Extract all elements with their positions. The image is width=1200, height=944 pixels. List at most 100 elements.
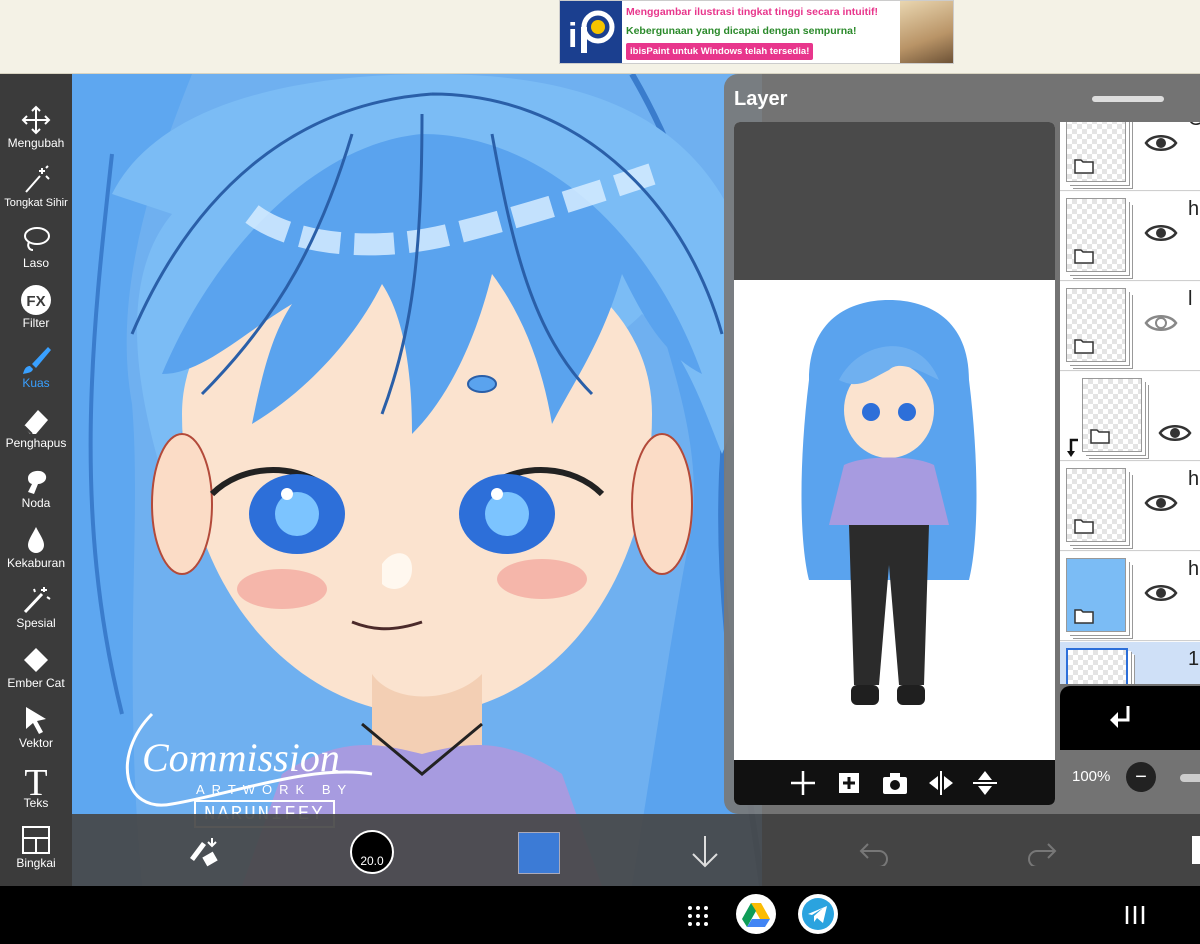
tool-text[interactable]: T Teks [0,762,72,822]
merge-down-icon[interactable] [1108,704,1134,732]
app-grid-icon[interactable] [686,904,710,928]
redo-icon[interactable] [1026,840,1058,866]
tool-label: Teks [23,796,49,810]
ad-bar: i Menggambar ilustrasi tingkat tinggi se… [0,0,1200,74]
lasso-icon [0,224,72,256]
text-icon: T [0,762,72,798]
tool-label: Ember Cat [7,676,65,690]
preview-empty-area [734,122,1055,280]
add-layer-button[interactable] [786,766,820,800]
eye-icon[interactable] [1158,422,1192,444]
tool-label: Bingkai [16,856,56,870]
svg-text:FX: FX [26,293,45,310]
eye-icon[interactable] [1144,222,1178,244]
folder-icon [1074,519,1094,534]
frame-icon [0,824,72,856]
tool-label: Noda [21,496,51,510]
tool-magic-wand[interactable]: Tongkat Sihir [0,164,72,222]
svg-text:T: T [24,762,47,798]
layer-row[interactable]: h [1060,192,1200,281]
svg-text:i: i [568,17,577,55]
brush-size-button[interactable]: 20.0 [350,830,394,874]
add-layer-box-icon [839,773,859,793]
plus-icon [791,771,815,795]
camera-icon [883,773,907,794]
preview-toolbar [734,760,1055,805]
tool-brush[interactable]: Kuas [0,344,72,402]
folder-icon [1074,159,1094,174]
tool-label: Tongkat Sihir [4,197,68,209]
zoom-out-button[interactable]: − [1126,762,1156,792]
color-swatch-button[interactable] [518,832,560,874]
folder-icon [1090,429,1110,444]
paint-bucket-icon [0,644,72,676]
tool-transform[interactable]: Mengubah [0,104,72,162]
tool-paint-bucket[interactable]: Ember Cat [0,644,72,702]
layer-row-clipped[interactable] [1060,372,1200,461]
google-drive-icon[interactable] [736,894,776,934]
preview-character-image [801,300,977,705]
ibispaint-logo-icon: i [560,1,622,63]
layer-name: h [1188,468,1200,490]
flip-horizontal-button[interactable] [924,766,958,800]
canvas-preview[interactable] [734,122,1055,805]
flip-vertical-button[interactable] [968,766,1002,800]
flip-vertical-icon [973,771,997,795]
system-nav-bar [0,886,1200,944]
tool-eraser[interactable]: Penghapus [0,404,72,462]
tool-label: Vektor [18,736,54,750]
layer-thumbnail [1066,648,1128,684]
arrow-down-icon[interactable] [690,834,720,870]
eraser-icon [0,404,72,436]
brush-eraser-swap-icon[interactable] [186,834,222,870]
layer-name: l [1188,288,1193,310]
clipping-arrow-icon [1067,438,1078,457]
panel-drag-handle[interactable] [1092,96,1164,102]
flip-horizontal-icon [929,771,953,795]
layer-name: h [1188,198,1200,220]
telegram-icon[interactable] [798,894,838,934]
layer-name: 1 [1188,648,1200,670]
fx-filter-icon: FX [0,284,72,316]
smudge-icon [0,464,72,496]
layer-list[interactable]: G h l h [1060,122,1200,684]
layer-row[interactable]: h [1060,552,1200,641]
eye-icon[interactable] [1144,582,1178,604]
layer-row[interactable]: G [1060,122,1200,191]
signature-text: Commission [142,735,340,780]
tool-filter[interactable]: FX Filter [0,284,72,342]
recents-icon[interactable] [1124,904,1146,926]
brush-icon [0,344,72,376]
tool-lasso[interactable]: Laso [0,224,72,282]
ad-line-2: Kebergunaan yang dicapai dengan sempurna… [626,25,857,37]
tool-smudge[interactable]: Noda [0,464,72,522]
tool-label: Laso [22,256,50,270]
zoom-level: 100% [1072,768,1111,785]
import-photo-button[interactable] [878,766,912,800]
eye-icon[interactable] [1144,492,1178,514]
tool-blur[interactable]: Kekaburan [0,524,72,582]
folder-icon [1074,609,1094,624]
eye-hidden-icon[interactable] [1144,312,1178,334]
layer-panel-title: Layer [734,88,788,110]
add-special-layer-button[interactable] [832,766,866,800]
tool-label: Penghapus [5,436,67,450]
vector-cursor-icon [0,704,72,736]
undo-icon[interactable] [858,840,890,866]
tool-frame[interactable]: Bingkai [0,824,72,882]
ad-banner[interactable]: i Menggambar ilustrasi tingkat tinggi se… [559,0,954,64]
tool-vector[interactable]: Vektor [0,704,72,762]
zoom-slider[interactable] [1180,774,1200,782]
ad-line-3: ibisPaint untuk Windows telah tersedia! [626,43,814,60]
drawing-canvas[interactable]: Commission ARTWORK BY NARUNIFEY [72,74,762,886]
layer-row[interactable]: l [1060,282,1200,371]
layer-name: h [1188,558,1200,580]
tool-label: Kuas [22,376,50,390]
layer-row-selected[interactable]: 1 [1060,642,1200,684]
tool-special[interactable]: Spesial [0,584,72,642]
tool-sidebar: Mengubah Tongkat Sihir Laso FX Filter Ku… [0,74,72,886]
layer-row[interactable]: h [1060,462,1200,551]
menu-edge-icon[interactable] [1192,836,1200,864]
minus-icon: − [1135,765,1147,788]
eye-icon[interactable] [1144,132,1178,154]
